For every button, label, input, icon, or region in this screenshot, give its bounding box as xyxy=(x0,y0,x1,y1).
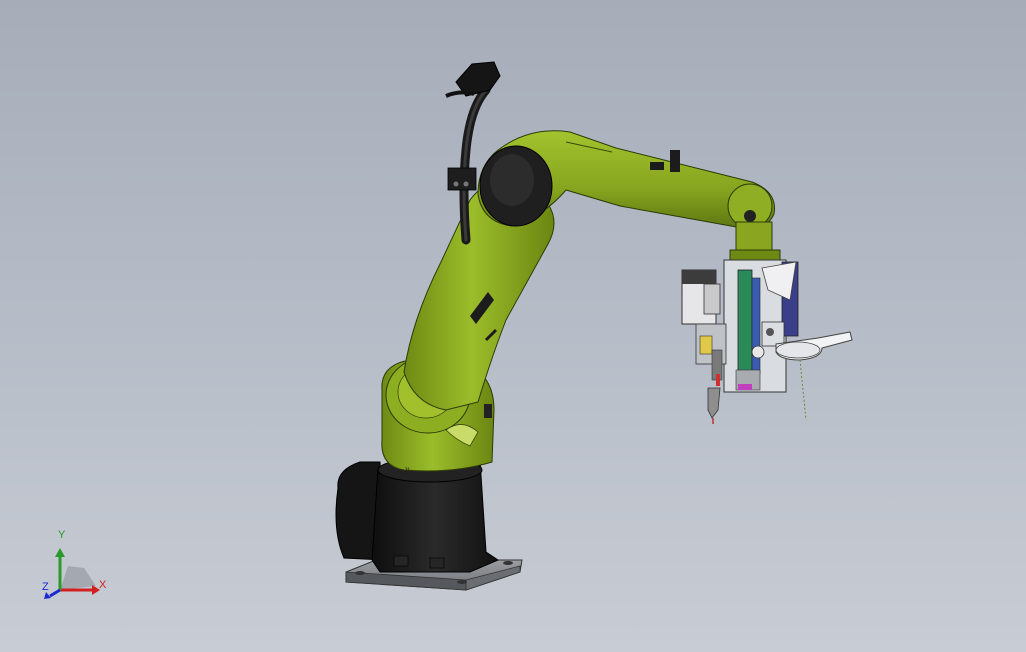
coordinate-triad: Y X Z xyxy=(38,530,118,600)
wrist-flange[interactable] xyxy=(729,221,781,265)
z-axis-label: Z xyxy=(42,581,49,593)
sensor-bracket[interactable] xyxy=(775,331,853,421)
cad-viewport[interactable]: J1 Y X Z xyxy=(0,0,1026,652)
upper-arm[interactable] xyxy=(477,130,776,230)
robot-model-view[interactable]: J1 xyxy=(0,0,1026,652)
x-axis-label: X xyxy=(99,579,107,591)
y-axis-label: Y xyxy=(58,529,66,541)
svg-text:J1: J1 xyxy=(404,468,411,474)
robot-base[interactable] xyxy=(335,457,500,573)
end-effector-tool[interactable] xyxy=(681,259,799,424)
